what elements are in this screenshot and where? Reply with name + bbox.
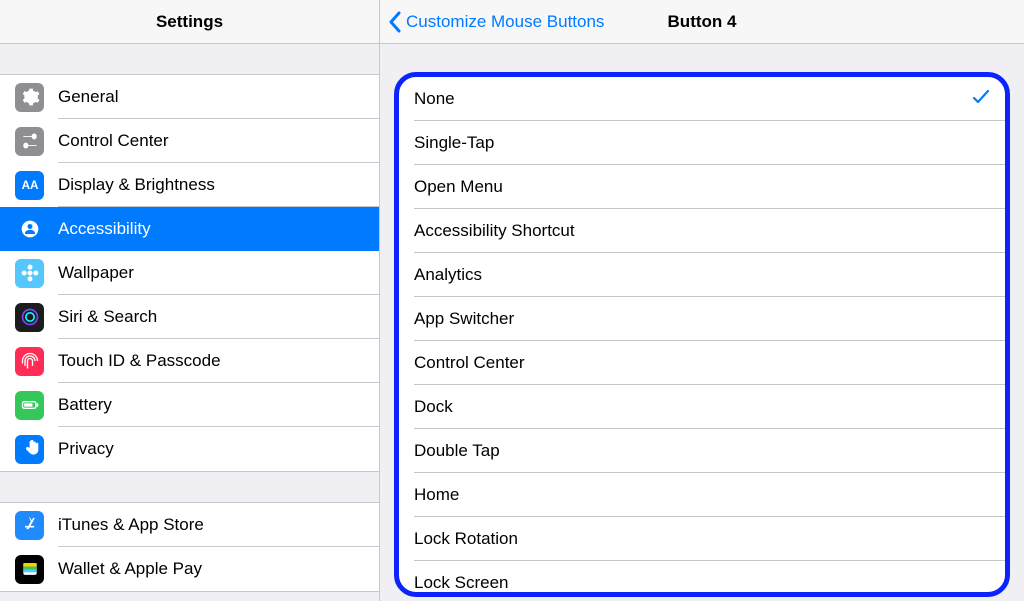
option-label: Accessibility Shortcut [414,221,990,241]
sidebar-item-label: Display & Brightness [58,175,215,195]
sidebar-item-wallpaper[interactable]: Wallpaper [0,251,379,295]
settings-sidebar: Settings General Control Center Display & … [0,0,380,601]
siri-icon [15,303,44,332]
option-control-center[interactable]: Control Center [399,341,1005,385]
battery-icon [15,391,44,420]
option-label: Home [414,485,990,505]
sidebar-item-battery[interactable]: Battery [0,383,379,427]
sidebar-title: Settings [0,0,379,44]
sidebar-item-label: Wallet & Apple Pay [58,559,202,579]
checkmark-icon [972,88,990,111]
sidebar-item-label: iTunes & App Store [58,515,204,535]
option-label: App Switcher [414,309,990,329]
sidebar-item-siri-search[interactable]: Siri & Search [0,295,379,339]
flower-icon [15,259,44,288]
option-label: Analytics [414,265,990,285]
option-dock[interactable]: Dock [399,385,1005,429]
sidebar-item-label: Wallpaper [58,263,134,283]
option-label: Single-Tap [414,133,990,153]
detail-header: Customize Mouse Buttons Button 4 [380,0,1024,44]
sidebar-item-label: General [58,87,118,107]
sidebar-item-itunes-app-store[interactable]: iTunes & App Store [0,503,379,547]
sidebar-item-display-brightness[interactable]: Display & Brightness [0,163,379,207]
wallet-icon [15,555,44,584]
option-analytics[interactable]: Analytics [399,253,1005,297]
option-none[interactable]: None [399,77,1005,121]
option-app-switcher[interactable]: App Switcher [399,297,1005,341]
option-label: Dock [414,397,990,417]
person-icon [15,215,44,244]
sidebar-item-general[interactable]: General [0,75,379,119]
sidebar-item-label: Control Center [58,131,169,151]
gear-icon [15,83,44,112]
sidebar-item-touch-id-passcode[interactable]: Touch ID & Passcode [0,339,379,383]
option-label: Lock Rotation [414,529,990,549]
sidebar-body: General Control Center Display & Brightnes… [0,44,379,601]
aa-icon [15,171,44,200]
chevron-left-icon [388,11,402,33]
sidebar-item-privacy[interactable]: Privacy [0,427,379,471]
option-accessibility-shortcut[interactable]: Accessibility Shortcut [399,209,1005,253]
sidebar-item-wallet-apple-pay[interactable]: Wallet & Apple Pay [0,547,379,591]
option-double-tap[interactable]: Double Tap [399,429,1005,473]
appstore-icon [15,511,44,540]
hand-icon [15,435,44,464]
option-lock-screen[interactable]: Lock Screen [399,561,1005,597]
option-single-tap[interactable]: Single-Tap [399,121,1005,165]
option-label: Double Tap [414,441,990,461]
detail-body: None Single-Tap Open Menu Accessibility Sho… [380,44,1024,601]
sidebar-item-control-center[interactable]: Control Center [0,119,379,163]
back-button-label: Customize Mouse Buttons [406,12,604,32]
sidebar-item-accessibility[interactable]: Accessibility [0,207,379,251]
sidebar-item-label: Siri & Search [58,307,157,327]
sidebar-item-label: Accessibility [58,219,151,239]
back-button[interactable]: Customize Mouse Buttons [380,11,604,33]
options-list-frame: None Single-Tap Open Menu Accessibility Sho… [394,72,1010,597]
sidebar-item-label: Privacy [58,439,114,459]
option-label: Control Center [414,353,990,373]
option-label: Lock Screen [414,573,990,593]
detail-pane: Customize Mouse Buttons Button 4 None Sin… [380,0,1024,601]
sidebar-item-label: Touch ID & Passcode [58,351,221,371]
option-label: Open Menu [414,177,990,197]
option-label: None [414,89,972,109]
option-open-menu[interactable]: Open Menu [399,165,1005,209]
fingerprint-icon [15,347,44,376]
option-lock-rotation[interactable]: Lock Rotation [399,517,1005,561]
detail-title: Button 4 [668,12,737,32]
sidebar-item-label: Battery [58,395,112,415]
switches-icon [15,127,44,156]
option-home[interactable]: Home [399,473,1005,517]
